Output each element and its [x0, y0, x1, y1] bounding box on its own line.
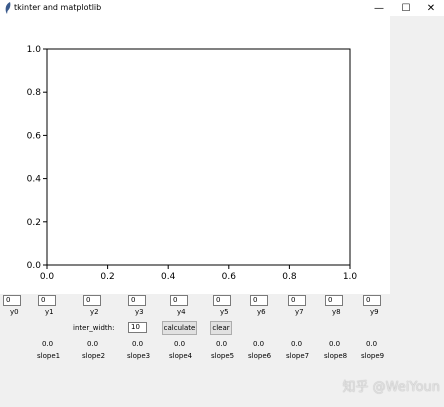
y7-input[interactable]: 0	[288, 295, 306, 306]
slope8-label: slope8	[324, 352, 348, 360]
slope4-value: 0.0	[174, 340, 186, 348]
slope6-value: 0.0	[253, 340, 265, 348]
y9-input[interactable]: 0	[363, 295, 381, 306]
x-tick-label: 0.0	[40, 272, 55, 282]
y7-label: y7	[295, 308, 304, 316]
y1-input[interactable]: 0	[38, 295, 56, 306]
y2-input[interactable]: 0	[83, 295, 101, 306]
y5-input[interactable]: 0	[213, 295, 231, 306]
inter-width-label: inter_width:	[73, 324, 115, 332]
x-tick-label: 0.4	[161, 272, 176, 282]
window-title: tkinter and matplotlib	[14, 3, 102, 12]
y3-label: y3	[135, 308, 144, 316]
y6-input[interactable]: 0	[250, 295, 268, 306]
window-client: 0.0 0.2 0.4 0.6 0.8 1.0 0.0 0.2 0.4 0.6 0.8 1.0 0 y0…	[0, 16, 444, 407]
plot-area: 0.0 0.2 0.4 0.6 0.8 1.0 0.0 0.2 0.4 0.6 0.8 1.0	[27, 45, 358, 282]
slope6-label: slope6	[248, 352, 272, 360]
y4-input[interactable]: 0	[170, 295, 188, 306]
y-tick-label: 0.8	[27, 88, 42, 98]
y5-label: y5	[220, 308, 229, 316]
y9-label: y9	[370, 308, 379, 316]
watermark: 知乎 @WeiYoun	[342, 380, 440, 395]
y-tick-label: 0.4	[27, 175, 42, 185]
slope1-value: 0.0	[42, 340, 54, 348]
plot-canvas: 0.0 0.2 0.4 0.6 0.8 1.0 0.0 0.2 0.4 0.6 0.8 1.0	[0, 16, 390, 294]
slope9-label: slope9	[361, 352, 385, 360]
slope7-label: slope7	[286, 352, 310, 360]
clear-button[interactable]: clear	[210, 321, 232, 335]
y6-label: y6	[257, 308, 266, 316]
slope9-value: 0.0	[366, 340, 378, 348]
slope1-label: slope1	[37, 352, 61, 360]
slope8-value: 0.0	[329, 340, 341, 348]
y8-label: y8	[332, 308, 341, 316]
feather-icon	[5, 2, 11, 14]
slope5-value: 0.0	[216, 340, 228, 348]
slope7-value: 0.0	[291, 340, 303, 348]
axes-frame	[46, 48, 351, 266]
y-tick-label: 1.0	[27, 45, 42, 55]
x-tick-label: 0.2	[100, 272, 114, 282]
x-tick-label: 0.8	[282, 272, 297, 282]
slope3-value: 0.0	[132, 340, 144, 348]
slope2-value: 0.0	[87, 340, 99, 348]
y-tick-label: 0.0	[27, 261, 42, 271]
minimize-button[interactable]: —	[366, 0, 392, 16]
slope2-label: slope2	[82, 352, 106, 360]
calculate-button[interactable]: calculate	[162, 321, 197, 335]
y-tick-label: 0.6	[27, 131, 42, 141]
y-tick-label: 0.2	[27, 218, 41, 228]
inter-width-input[interactable]: 10	[128, 322, 147, 333]
slope5-label: slope5	[211, 352, 235, 360]
y1-label: y1	[45, 308, 54, 316]
y0-label: y0	[10, 308, 19, 316]
y2-label: y2	[90, 308, 99, 316]
title-bar: tkinter and matplotlib — ☐ ✕	[0, 0, 444, 16]
slope3-label: slope3	[127, 352, 151, 360]
y8-input[interactable]: 0	[325, 295, 343, 306]
x-tick-label: 1.0	[343, 272, 358, 282]
close-button[interactable]: ✕	[418, 0, 444, 16]
slope4-label: slope4	[169, 352, 193, 360]
maximize-button[interactable]: ☐	[393, 0, 419, 16]
x-tick-label: 0.6	[222, 272, 237, 282]
y0-input[interactable]: 0	[3, 295, 21, 306]
y4-label: y4	[177, 308, 186, 316]
y3-input[interactable]: 0	[128, 295, 146, 306]
